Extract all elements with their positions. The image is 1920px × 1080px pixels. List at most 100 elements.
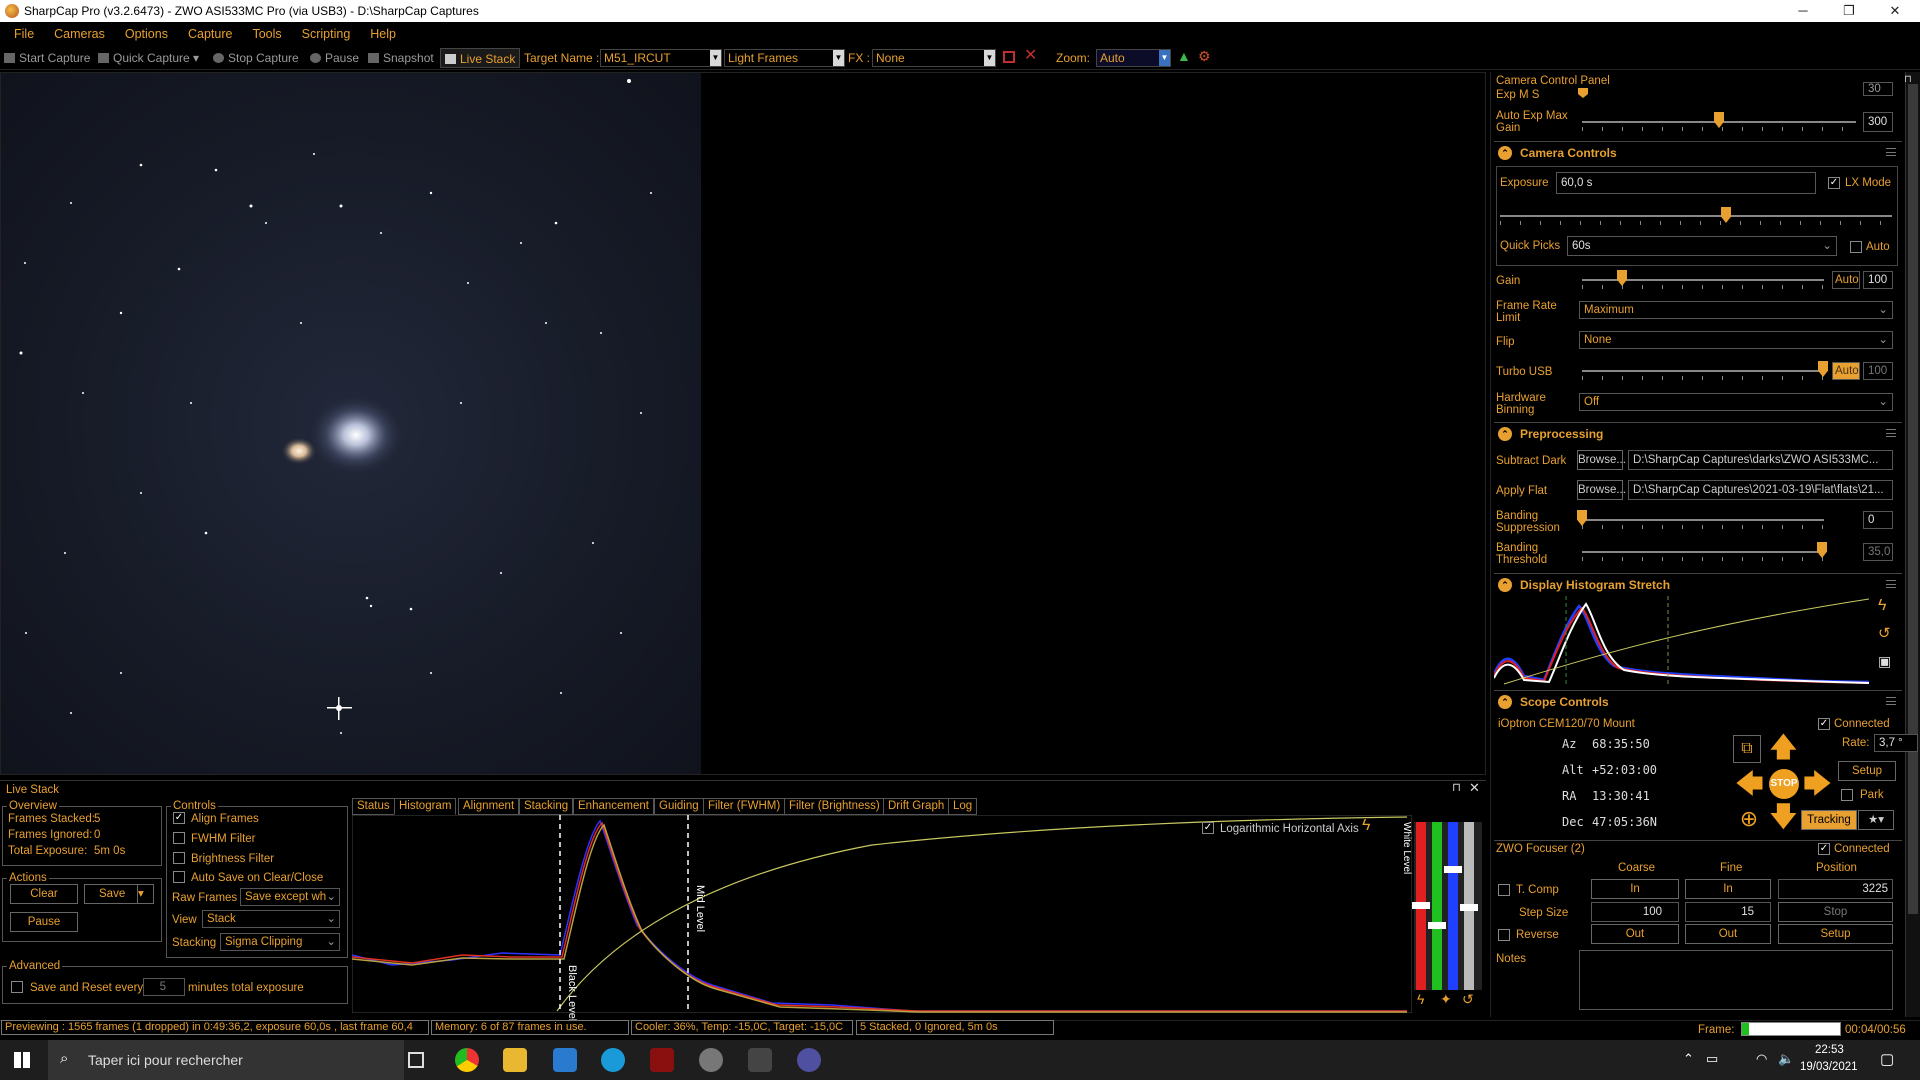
pause-stack-button[interactable]: Pause bbox=[10, 912, 78, 932]
menu-scripting[interactable]: Scripting bbox=[292, 22, 361, 46]
fwhm-filter-checkbox[interactable] bbox=[173, 832, 185, 844]
quick-capture-button[interactable]: Quick Capture ▾ bbox=[98, 50, 199, 66]
target-icon[interactable]: ⊕ bbox=[1735, 805, 1763, 833]
goto-icon[interactable]: ⧉ bbox=[1733, 735, 1761, 763]
stop-mount-button[interactable]: STOP bbox=[1769, 769, 1799, 799]
save-reset-checkbox[interactable] bbox=[11, 981, 23, 993]
collapse-icon[interactable]: ⌃ bbox=[1498, 695, 1512, 709]
auto-stretch-icon[interactable]: ϟ bbox=[1362, 818, 1370, 834]
stacking-select[interactable]: Sigma Clipping ⌄ bbox=[220, 933, 340, 951]
banding-thr-value[interactable]: 35,0 bbox=[1863, 543, 1893, 561]
wifi-icon[interactable]: ◠ bbox=[1756, 1051, 1767, 1067]
quick-auto-checkbox[interactable] bbox=[1850, 241, 1862, 253]
collapse-icon[interactable]: ⌃ bbox=[1498, 427, 1512, 441]
edge-icon[interactable] bbox=[601, 1048, 625, 1072]
menu-cameras[interactable]: Cameras bbox=[44, 22, 115, 46]
zoom-combo[interactable]: Auto ▼ bbox=[1096, 49, 1171, 67]
dark-path-select[interactable]: D:\SharpCap Captures\darks\ZWO ASI533MC.… bbox=[1628, 450, 1893, 470]
windows-start-icon[interactable] bbox=[14, 1052, 30, 1068]
browse-dark-button[interactable]: Browse... bbox=[1577, 450, 1626, 470]
star-icon[interactable]: ★▾ bbox=[1858, 810, 1894, 830]
tab-log[interactable]: Log bbox=[948, 798, 978, 815]
tab-stacking[interactable]: Stacking bbox=[519, 798, 574, 815]
south-arrow-icon[interactable]: 🡇 bbox=[1769, 803, 1798, 833]
coarse-in-button[interactable]: In bbox=[1591, 879, 1679, 899]
frame-rate-select[interactable]: Maximum ⌄ bbox=[1579, 301, 1893, 319]
turbo-auto-button[interactable]: Auto bbox=[1832, 362, 1860, 380]
save-stretch-icon[interactable]: ▣ bbox=[1878, 654, 1891, 668]
section-menu-icon[interactable] bbox=[1886, 580, 1896, 588]
taskbar-search[interactable]: ⌕ Taper ici pour rechercher bbox=[48, 1040, 404, 1080]
pin-icon[interactable]: ⊓ bbox=[1452, 782, 1461, 794]
mount-setup-button[interactable]: Setup bbox=[1838, 761, 1896, 781]
scrollbar-thumb[interactable] bbox=[1908, 84, 1918, 914]
chevron-down-icon[interactable]: ▾ bbox=[137, 885, 153, 903]
reverse-checkbox[interactable] bbox=[1498, 929, 1510, 941]
view-select[interactable]: Stack ⌄ bbox=[202, 910, 340, 928]
tab-drift-graph[interactable]: Drift Graph bbox=[883, 798, 950, 815]
volume-icon[interactable]: 🔈 bbox=[1778, 1051, 1794, 1067]
right-panel-scrollbar[interactable] bbox=[1905, 72, 1920, 1017]
clock-date[interactable]: 19/03/2021 bbox=[1800, 1061, 1858, 1073]
exposure-input[interactable]: 60,0 s bbox=[1556, 172, 1816, 194]
browse-flat-button[interactable]: Browse... bbox=[1577, 480, 1626, 500]
collapse-icon[interactable]: ⌃ bbox=[1498, 578, 1512, 592]
slider-handle[interactable] bbox=[1428, 922, 1446, 929]
menu-options[interactable]: Options bbox=[115, 22, 178, 46]
stop-capture-button[interactable]: Stop Capture bbox=[213, 50, 299, 66]
app-icon[interactable] bbox=[650, 1048, 674, 1072]
fx-combo[interactable]: None ▼ bbox=[872, 49, 996, 67]
east-arrow-icon[interactable]: 🡆 bbox=[1803, 770, 1832, 798]
slider-handle[interactable] bbox=[1412, 902, 1430, 909]
fine-in-button[interactable]: In bbox=[1685, 879, 1771, 899]
frame-type-combo[interactable]: Light Frames ▼ bbox=[724, 49, 845, 67]
banding-supp-track[interactable] bbox=[1582, 519, 1824, 521]
pause-button[interactable]: Pause bbox=[310, 50, 359, 66]
close-panel-icon[interactable]: ✕ bbox=[1469, 781, 1480, 794]
position-value[interactable]: 3225 bbox=[1778, 879, 1893, 899]
brightness-filter-checkbox[interactable] bbox=[173, 852, 185, 864]
camera-controls-header[interactable]: ⌃ Camera Controls bbox=[1494, 141, 1902, 163]
banding-thr-track[interactable] bbox=[1582, 551, 1824, 553]
app-icon[interactable] bbox=[748, 1048, 772, 1072]
gain-value[interactable]: 100 bbox=[1863, 271, 1893, 289]
mount-connected-checkbox[interactable]: ✓ bbox=[1818, 718, 1830, 730]
gain-auto-button[interactable]: Auto bbox=[1832, 271, 1860, 289]
log-axis-checkbox[interactable]: ✓ bbox=[1202, 822, 1214, 834]
tab-status[interactable]: Status bbox=[352, 798, 395, 815]
snapshot-button[interactable]: Snapshot bbox=[368, 50, 434, 66]
tcomp-checkbox[interactable] bbox=[1498, 884, 1510, 896]
histogram-icon[interactable]: ▲ bbox=[1177, 48, 1191, 64]
menu-tools[interactable]: Tools bbox=[242, 22, 291, 46]
slider-handle[interactable] bbox=[1444, 866, 1462, 873]
sharpcap-taskbar-icon[interactable] bbox=[699, 1048, 723, 1072]
histogram-stretch-header[interactable]: ⌃ Display Histogram Stretch bbox=[1494, 573, 1902, 595]
tab-histogram[interactable]: Histogram bbox=[394, 798, 457, 815]
coarse-out-button[interactable]: Out bbox=[1591, 924, 1679, 944]
tab-alignment[interactable]: Alignment bbox=[458, 798, 520, 815]
collapse-icon[interactable]: ⌃ bbox=[1498, 146, 1512, 160]
histogram-stretch-graph[interactable] bbox=[1494, 596, 1874, 686]
chevron-up-icon[interactable]: ⌃ bbox=[1683, 1051, 1694, 1067]
reset-minutes-input[interactable]: 5 bbox=[143, 978, 185, 996]
live-histogram-graph[interactable] bbox=[352, 815, 1412, 1013]
banding-supp-value[interactable]: 0 bbox=[1863, 511, 1893, 529]
crosshair-icon[interactable]: ✕ bbox=[1024, 48, 1037, 64]
menu-file[interactable]: File bbox=[4, 22, 44, 46]
align-frames-checkbox[interactable]: ✓ bbox=[173, 812, 185, 824]
tab-filter-brightness[interactable]: Filter (Brightness) bbox=[784, 798, 885, 815]
notifications-icon[interactable]: ▢ bbox=[1880, 1050, 1894, 1068]
binning-select[interactable]: Off ⌄ bbox=[1579, 393, 1893, 411]
park-checkbox[interactable] bbox=[1841, 789, 1853, 801]
tracking-button[interactable]: Tracking bbox=[1801, 810, 1857, 830]
auto-stretch-icon[interactable]: ϟ bbox=[1878, 598, 1886, 614]
flat-path-select[interactable]: D:\SharpCap Captures\2021-03-19\Flat\fla… bbox=[1628, 480, 1893, 500]
level-sliders[interactable] bbox=[1412, 822, 1482, 990]
maximize-button[interactable]: ❐ bbox=[1826, 0, 1872, 22]
menu-help[interactable]: Help bbox=[360, 22, 406, 46]
settings-icon[interactable]: ⚙ bbox=[1198, 48, 1211, 64]
live-stack-button[interactable]: Live Stack bbox=[440, 48, 521, 68]
target-name-combo[interactable]: M51_IRCUT ▼ bbox=[600, 49, 722, 67]
file-explorer-icon[interactable] bbox=[503, 1048, 527, 1072]
reset-stretch-icon[interactable]: ↺ bbox=[1878, 626, 1891, 641]
